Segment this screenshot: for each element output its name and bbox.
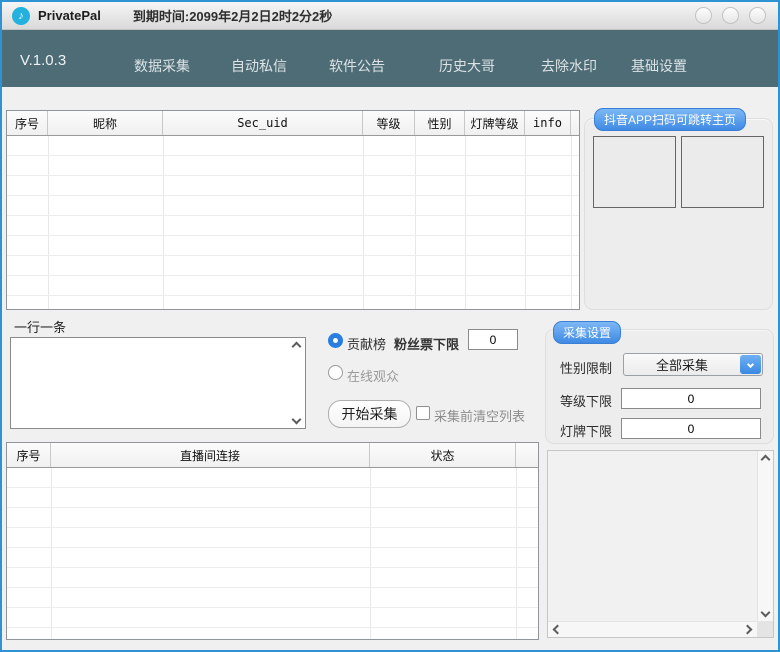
room-table-body[interactable] bbox=[7, 468, 538, 639]
scrollbar-corner bbox=[757, 621, 773, 637]
chevron-down-icon[interactable] bbox=[292, 415, 302, 425]
col-level[interactable]: 等级 bbox=[363, 111, 415, 135]
nav-item-auto-message[interactable]: 自动私信 bbox=[231, 56, 287, 76]
app-window: ♪ PrivatePal 到期时间:2099年2月2日2时2分2秒 V.1.0.… bbox=[0, 0, 780, 652]
lamp-min-label: 灯牌下限 bbox=[560, 421, 612, 440]
nav-item-data-collect[interactable]: 数据采集 bbox=[134, 56, 190, 76]
radio-online-viewers[interactable] bbox=[328, 365, 343, 380]
log-vertical-scrollbar[interactable] bbox=[757, 451, 773, 621]
maximize-button[interactable] bbox=[722, 7, 739, 24]
chevron-right-icon[interactable] bbox=[743, 625, 753, 635]
input-list-label: 一行一条 bbox=[14, 317, 66, 336]
col-room-link[interactable]: 直播间连接 bbox=[51, 443, 370, 467]
chevron-left-icon[interactable] bbox=[553, 625, 563, 635]
chevron-up-icon[interactable] bbox=[761, 455, 771, 465]
lamp-min-input[interactable] bbox=[621, 418, 761, 439]
expiry-time-text: 到期时间:2099年2月2日2时2分2秒 bbox=[133, 6, 332, 25]
gender-limit-label: 性别限制 bbox=[560, 358, 612, 377]
nav-item-announcement[interactable]: 软件公告 bbox=[329, 56, 385, 76]
clear-before-collect-label: 采集前清空列表 bbox=[434, 406, 525, 425]
col-lamp-level[interactable]: 灯牌等级 bbox=[465, 111, 525, 135]
col-sec-uid[interactable]: Sec_uid bbox=[163, 111, 363, 135]
chevron-down-icon[interactable] bbox=[761, 608, 771, 618]
level-min-input[interactable] bbox=[621, 388, 761, 409]
nav-item-basic-settings[interactable]: 基础设置 bbox=[631, 56, 687, 76]
qr-panel: 抖音APP扫码可跳转主页 bbox=[584, 118, 773, 310]
nav-item-watermark-remove[interactable]: 去除水印 bbox=[541, 56, 597, 76]
col-filler bbox=[571, 111, 579, 135]
gender-limit-dropdown[interactable]: 全部采集 bbox=[623, 353, 763, 376]
room-link-textarea[interactable] bbox=[10, 337, 306, 429]
start-collect-button[interactable]: 开始采集 bbox=[328, 400, 411, 428]
textarea-scrollbar[interactable] bbox=[289, 339, 304, 427]
title-bar: ♪ PrivatePal 到期时间:2099年2月2日2时2分2秒 bbox=[2, 2, 778, 30]
qr-code-placeholder-2 bbox=[681, 136, 764, 208]
dropdown-arrow-button[interactable] bbox=[740, 355, 761, 374]
app-logo-music-note-icon: ♪ bbox=[12, 7, 30, 25]
log-panel[interactable] bbox=[547, 450, 774, 638]
col-filler bbox=[516, 443, 538, 467]
collect-settings-panel: 采集设置 性别限制 全部采集 等级下限 灯牌下限 bbox=[545, 329, 774, 444]
window-controls bbox=[695, 7, 766, 24]
app-title: PrivatePal bbox=[38, 8, 101, 23]
fan-ticket-min-input[interactable] bbox=[468, 329, 518, 350]
gender-limit-value: 全部采集 bbox=[624, 355, 740, 374]
nav-item-history[interactable]: 历史大哥 bbox=[439, 56, 495, 76]
qr-code-placeholder-1 bbox=[593, 136, 676, 208]
radio-contribution-label: 贡献榜 bbox=[347, 334, 386, 353]
minimize-button[interactable] bbox=[695, 7, 712, 24]
close-button[interactable] bbox=[749, 7, 766, 24]
qr-panel-title-badge: 抖音APP扫码可跳转主页 bbox=[594, 108, 746, 131]
room-table: 序号 直播间连接 状态 bbox=[6, 442, 539, 640]
level-min-label: 等级下限 bbox=[560, 391, 612, 410]
col-gender[interactable]: 性别 bbox=[415, 111, 465, 135]
nav-bar: V.1.0.3 数据采集 自动私信 软件公告 历史大哥 去除水印 基础设置 bbox=[2, 30, 778, 87]
version-label: V.1.0.3 bbox=[20, 52, 66, 69]
chevron-down-icon bbox=[747, 361, 754, 368]
col-status[interactable]: 状态 bbox=[370, 443, 516, 467]
user-table: 序号 昵称 Sec_uid 等级 性别 灯牌等级 info bbox=[6, 110, 580, 310]
fan-ticket-min-label: 粉丝票下限 bbox=[394, 334, 459, 353]
user-table-body[interactable] bbox=[7, 136, 579, 309]
col-index[interactable]: 序号 bbox=[7, 111, 48, 135]
radio-online-label: 在线观众 bbox=[347, 366, 399, 385]
chevron-up-icon[interactable] bbox=[292, 342, 302, 352]
user-table-header: 序号 昵称 Sec_uid 等级 性别 灯牌等级 info bbox=[7, 111, 579, 136]
room-table-header: 序号 直播间连接 状态 bbox=[7, 443, 538, 468]
radio-dot bbox=[333, 338, 338, 343]
log-horizontal-scrollbar[interactable] bbox=[548, 621, 757, 637]
collect-settings-title-badge: 采集设置 bbox=[553, 321, 621, 344]
col-index[interactable]: 序号 bbox=[7, 443, 51, 467]
col-nickname[interactable]: 昵称 bbox=[48, 111, 163, 135]
clear-before-collect-checkbox[interactable] bbox=[416, 406, 430, 420]
col-info[interactable]: info bbox=[525, 111, 571, 135]
radio-contribution-rank[interactable] bbox=[328, 333, 343, 348]
